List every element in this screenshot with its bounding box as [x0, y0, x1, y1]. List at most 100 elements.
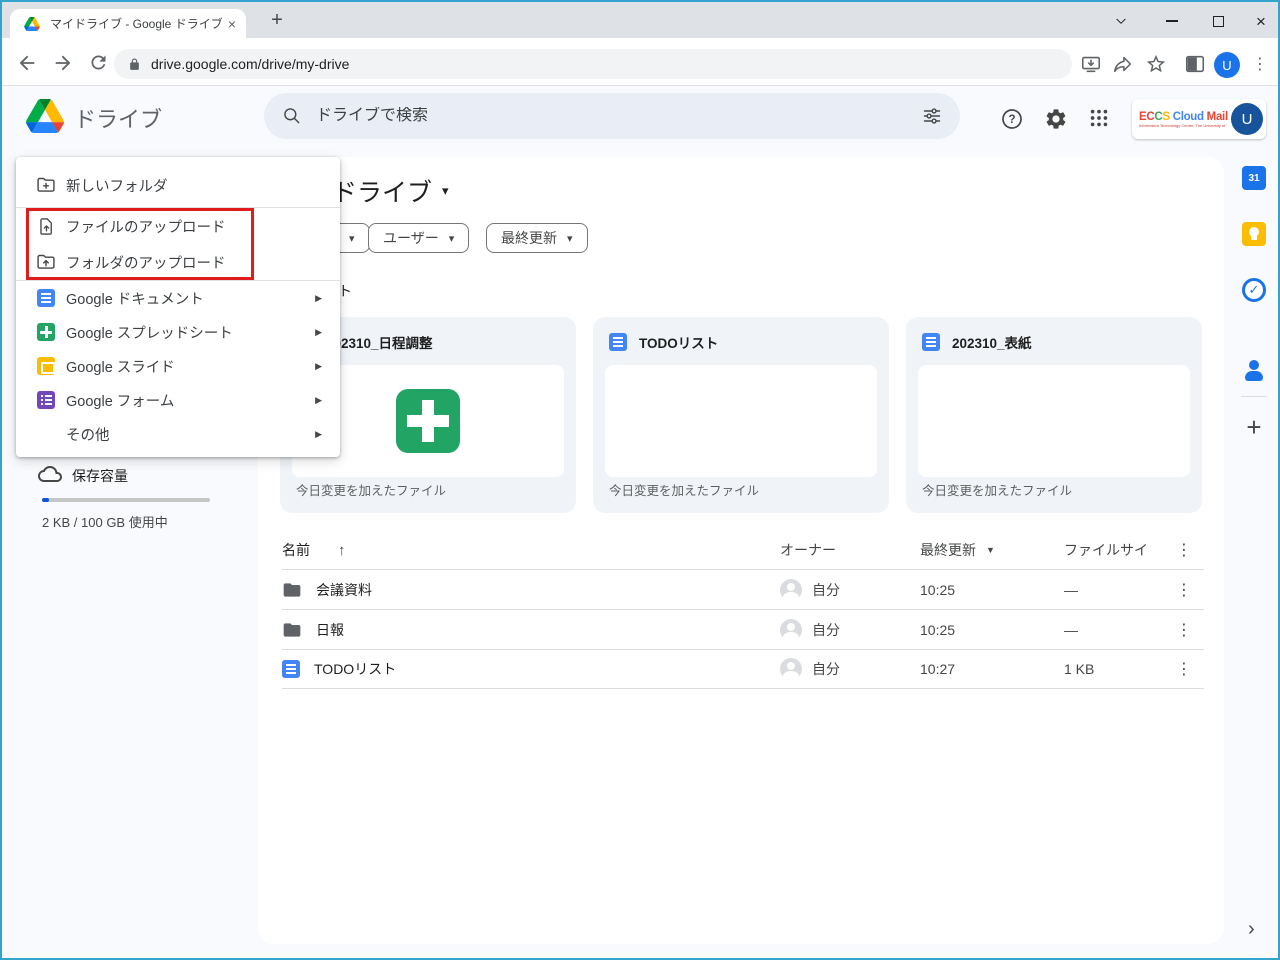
- storage-label[interactable]: 保存容量: [72, 466, 128, 486]
- file-size: —: [1064, 621, 1078, 638]
- new-menu: 新しいフォルダ ファイルのアップロード フォルダのアップロード Google ド…: [16, 157, 340, 457]
- row-more-icon[interactable]: ⋮: [1176, 570, 1192, 609]
- sort-ascending-icon[interactable]: ↑: [338, 542, 346, 559]
- folder-icon: [283, 622, 301, 637]
- owner-name: 自分: [812, 621, 840, 638]
- owner-avatar: [780, 618, 802, 641]
- menu-item-google-slides[interactable]: Google スライド ▶: [16, 349, 340, 383]
- row-more-icon[interactable]: ⋮: [1176, 650, 1192, 688]
- back-button[interactable]: [16, 52, 40, 76]
- file-name: 会議資料: [316, 581, 372, 598]
- drive-search-bar[interactable]: [264, 93, 960, 139]
- tab-search-icon[interactable]: [1106, 8, 1136, 34]
- chevron-down-icon: ▾: [567, 232, 573, 245]
- menu-item-google-forms[interactable]: Google フォーム ▶: [16, 383, 340, 417]
- column-name[interactable]: 名前: [282, 540, 310, 560]
- column-size[interactable]: ファイルサイ: [1064, 531, 1148, 569]
- drive-account-avatar[interactable]: U: [1231, 103, 1263, 135]
- docs-file-icon: [922, 333, 940, 351]
- reload-button[interactable]: [88, 52, 112, 76]
- submenu-arrow-icon: ▶: [315, 394, 322, 405]
- share-icon[interactable]: [1112, 53, 1136, 77]
- docs-file-icon: [609, 333, 627, 351]
- bookmark-star-icon[interactable]: [1145, 53, 1169, 77]
- address-bar[interactable]: drive.google.com/drive/my-drive: [114, 49, 1072, 79]
- file-size: —: [1064, 581, 1078, 598]
- eccs-cloud-mail-badge[interactable]: ECCS Cloud Mail Information Technology C…: [1132, 99, 1266, 139]
- submenu-arrow-icon: ▶: [315, 326, 322, 337]
- close-window-button[interactable]: ×: [1246, 8, 1276, 34]
- tab-title: マイドライブ - Google ドライブ: [50, 17, 222, 31]
- storage-progress-fill: [42, 498, 49, 502]
- filter-chip-people[interactable]: ユーザー ▾: [368, 223, 470, 253]
- drive-body: マイドライブ ▾ タイプ ▾ ユーザー ▾ 最終更新 ▾ サジェスト 20231…: [2, 146, 1278, 958]
- storage-usage-text: 2 KB / 100 GB 使用中: [42, 515, 168, 530]
- modified-time: 10:25: [920, 581, 956, 598]
- card-preview: [605, 365, 877, 477]
- owner-avatar: [780, 578, 802, 601]
- card-footer: 今日変更を加えたファイル: [922, 484, 1073, 498]
- column-owner[interactable]: オーナー: [780, 531, 836, 569]
- chevron-down-icon: ▾: [448, 232, 455, 245]
- new-tab-button[interactable]: +: [264, 8, 290, 34]
- browser-tab[interactable]: マイドライブ - Google ドライブ ×: [10, 9, 246, 38]
- apps-grid-icon[interactable]: [1088, 107, 1114, 133]
- file-size: 1 KB: [1064, 661, 1095, 677]
- table-row[interactable]: 会議資料 自分 10:25 — ⋮: [282, 569, 1204, 609]
- card-title: TODOリスト: [639, 336, 719, 351]
- minimize-button[interactable]: [1157, 8, 1187, 34]
- folder-icon: [283, 582, 301, 597]
- suggestion-card[interactable]: TODOリスト 今日変更を加えたファイル: [593, 317, 889, 513]
- collapse-panel-icon[interactable]: ›: [1248, 918, 1255, 941]
- filter-chip-modified[interactable]: 最終更新 ▾: [486, 223, 588, 253]
- storage-progress-bar: [42, 498, 210, 502]
- file-name: 日報: [316, 621, 344, 638]
- table-row[interactable]: 日報 自分 10:25 — ⋮: [282, 609, 1204, 649]
- card-footer: 今日変更を加えたファイル: [296, 484, 447, 498]
- submenu-arrow-icon: ▶: [315, 292, 322, 303]
- docs-icon: [37, 289, 55, 307]
- search-icon: [284, 108, 300, 124]
- add-addon-icon[interactable]: +: [1242, 412, 1266, 443]
- keep-icon[interactable]: [1242, 222, 1266, 246]
- sort-descending-icon[interactable]: ▼: [986, 545, 995, 555]
- tab-close-icon[interactable]: ×: [228, 16, 236, 32]
- card-footer: 今日変更を加えたファイル: [609, 484, 760, 498]
- card-title: 202310_日程調整: [326, 336, 433, 351]
- browser-profile-avatar[interactable]: U: [1214, 52, 1240, 78]
- save-page-icon[interactable]: [1080, 53, 1104, 77]
- forward-button[interactable]: [52, 52, 76, 76]
- menu-item-google-sheets[interactable]: Google スプレッドシート ▶: [16, 315, 340, 349]
- card-title: 202310_表紙: [952, 336, 1032, 351]
- main-content: マイドライブ ▾ タイプ ▾ ユーザー ▾ 最終更新 ▾ サジェスト 20231…: [258, 157, 1224, 944]
- suggestion-card[interactable]: 202310_表紙 今日変更を加えたファイル: [906, 317, 1202, 513]
- calendar-icon[interactable]: 31: [1242, 166, 1266, 190]
- table-header: 名前 ↑ オーナー 最終更新 ▼ ファイルサイ ⋮: [282, 531, 1204, 569]
- search-input[interactable]: [316, 107, 922, 125]
- menu-item-new-folder[interactable]: 新しいフォルダ: [16, 163, 340, 207]
- submenu-arrow-icon: ▶: [315, 428, 322, 439]
- settings-gear-icon[interactable]: [1044, 107, 1070, 133]
- column-modified[interactable]: 最終更新: [920, 540, 976, 560]
- eccs-label: ECCS Cloud Mail: [1139, 110, 1228, 123]
- side-panel-icon[interactable]: [1184, 53, 1208, 77]
- modified-time: 10:27: [920, 661, 956, 677]
- sheets-logo-large: [396, 389, 460, 453]
- search-options-icon[interactable]: [922, 106, 942, 126]
- menu-item-more[interactable]: その他 ▶: [16, 417, 340, 451]
- owner-name: 自分: [812, 661, 840, 677]
- card-preview: [918, 365, 1190, 477]
- table-row[interactable]: TODOリスト 自分 10:27 1 KB ⋮: [282, 649, 1204, 689]
- drive-logo[interactable]: [26, 99, 64, 138]
- browser-menu-icon[interactable]: ⋮: [1248, 53, 1272, 77]
- menu-item-google-docs[interactable]: Google ドキュメント ▶: [16, 281, 340, 315]
- drive-app-name: ドライブ: [74, 107, 163, 132]
- header-more-icon[interactable]: ⋮: [1176, 531, 1192, 569]
- contacts-icon[interactable]: [1242, 358, 1266, 382]
- help-icon[interactable]: ?: [1000, 107, 1026, 133]
- lock-icon: [130, 58, 139, 70]
- row-more-icon[interactable]: ⋮: [1176, 610, 1192, 649]
- tab-strip: マイドライブ - Google ドライブ × + ×: [2, 2, 1278, 38]
- tasks-icon[interactable]: ✓: [1242, 278, 1266, 302]
- maximize-button[interactable]: [1203, 8, 1233, 34]
